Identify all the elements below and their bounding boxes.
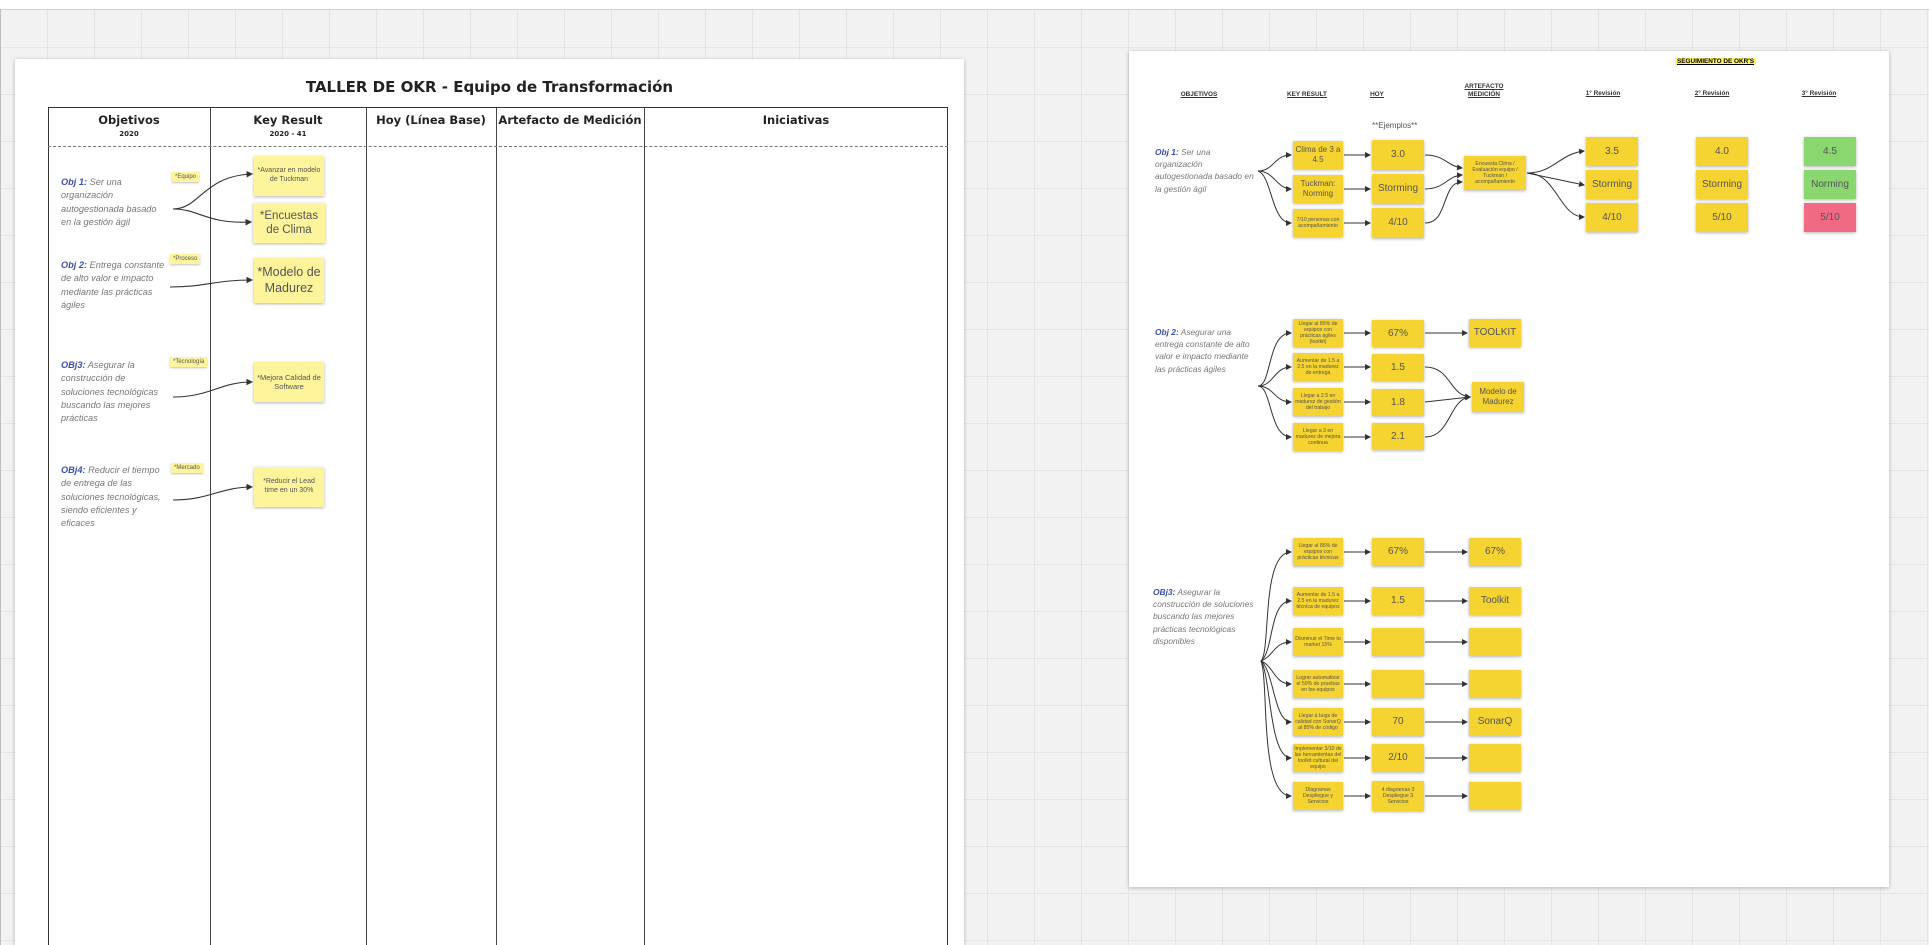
connector-arrows xyxy=(1257,148,1585,799)
connector-arrow xyxy=(172,483,254,501)
connector-arrow xyxy=(1257,152,1292,172)
connector-arrow xyxy=(172,208,253,226)
canvas-top-bar xyxy=(0,0,1929,10)
connector-arrow xyxy=(1424,366,1471,400)
connector-arrow xyxy=(172,170,254,210)
connector-arrow xyxy=(1257,330,1292,387)
connector-arrow xyxy=(169,276,254,288)
canvas-left-edge xyxy=(0,9,1,945)
okr-tracking-board[interactable]: OBJETIVOS KEY RESULT HOY ARTEFACTO MEDIC… xyxy=(1129,51,1889,887)
connector-arrow xyxy=(1424,394,1471,438)
connector-arrow xyxy=(1424,172,1463,190)
connector-arrow xyxy=(1260,598,1292,662)
connector-arrow xyxy=(1260,660,1292,687)
connector-arrow xyxy=(1260,549,1292,662)
connector-arrow xyxy=(1526,172,1585,220)
connector-arrow xyxy=(1526,148,1585,174)
connector-arrow xyxy=(1260,660,1292,799)
connector-arrow xyxy=(172,378,254,398)
connector-arrows xyxy=(169,170,254,501)
okr-workshop-board[interactable]: TALLER DE OKR - Equipo de Transformación… xyxy=(15,59,964,945)
connector-arrow xyxy=(1257,385,1292,440)
connector-arrow xyxy=(1257,170,1292,192)
connector-arrow xyxy=(1424,154,1463,171)
